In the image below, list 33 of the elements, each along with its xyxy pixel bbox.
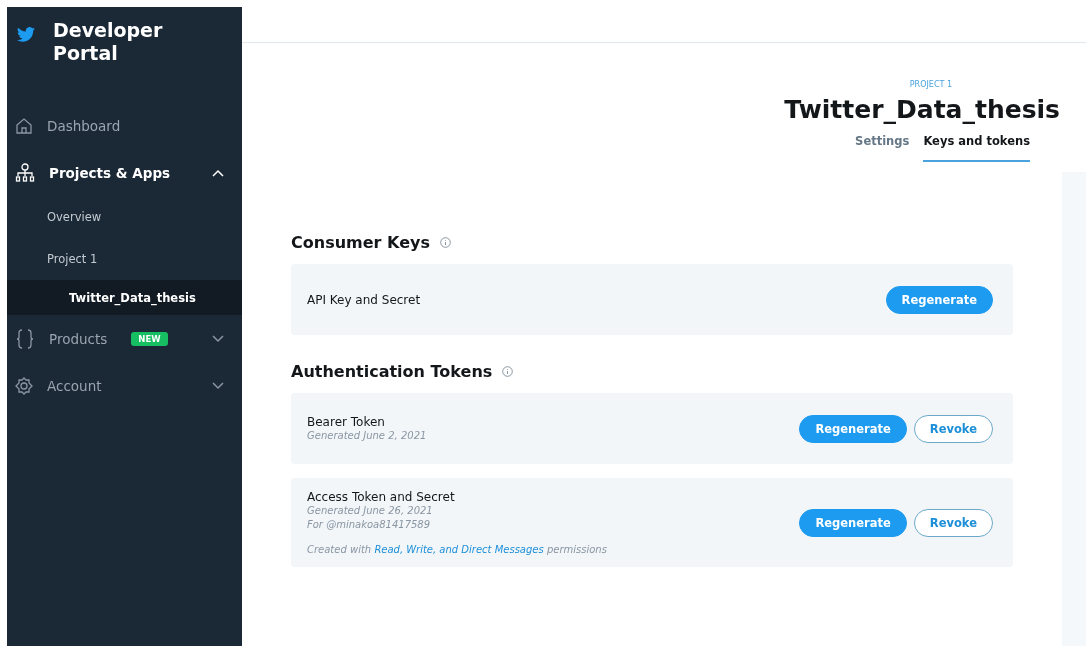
settings-icon (15, 376, 33, 395)
section-title: Authentication Tokens (291, 361, 493, 381)
nav-item[interactable]: Products NEW (7, 315, 242, 362)
tab[interactable]: Settings (855, 134, 910, 162)
page-title: Twitter_Data_thesis (783, 95, 1060, 124)
portal-title: Developer Portal (53, 19, 163, 65)
nav-item[interactable]: Dashboard (7, 102, 242, 149)
credential-title: Bearer Token (307, 414, 386, 429)
chevron-up-icon[interactable] (212, 168, 224, 177)
nav-item[interactable]: Account (7, 362, 242, 409)
credential-meta: For @minakoa81417589 (307, 518, 432, 532)
nav-subitem[interactable]: Project 1 (7, 238, 242, 280)
credential-meta: Generated June 26, 2021 (307, 504, 434, 518)
home-icon (15, 116, 33, 135)
revoke-button[interactable]: Revoke (913, 508, 993, 537)
permissions-link[interactable]: Read, Write, and Direct Messages (374, 544, 544, 555)
chevron-down-icon[interactable] (212, 381, 224, 390)
new-badge: NEW (131, 331, 168, 346)
permissions-note: Created with Read, Write, and Direct Messages permissions (307, 544, 608, 555)
credential-meta: Generated June 2, 2021 (307, 428, 428, 443)
credential-title: API Key and Secret (307, 292, 422, 307)
nav-item[interactable]: Projects & Apps (7, 149, 242, 196)
credential-title: Access Token and Secret (307, 490, 456, 504)
nav-subitem[interactable]: Overview (7, 196, 242, 238)
revoke-button[interactable]: Revoke (913, 414, 993, 443)
tab[interactable]: Keys and tokens (923, 134, 1030, 162)
org-chart-icon (15, 162, 35, 183)
nav-subitem[interactable]: Twitter_Data_thesis (7, 280, 242, 315)
bird-logo-icon (17, 27, 35, 42)
chevron-down-icon[interactable] (212, 334, 224, 343)
section-title: Consumer Keys (291, 232, 430, 252)
braces-icon (15, 327, 35, 350)
project-label: PROJECT 1 (908, 80, 952, 89)
